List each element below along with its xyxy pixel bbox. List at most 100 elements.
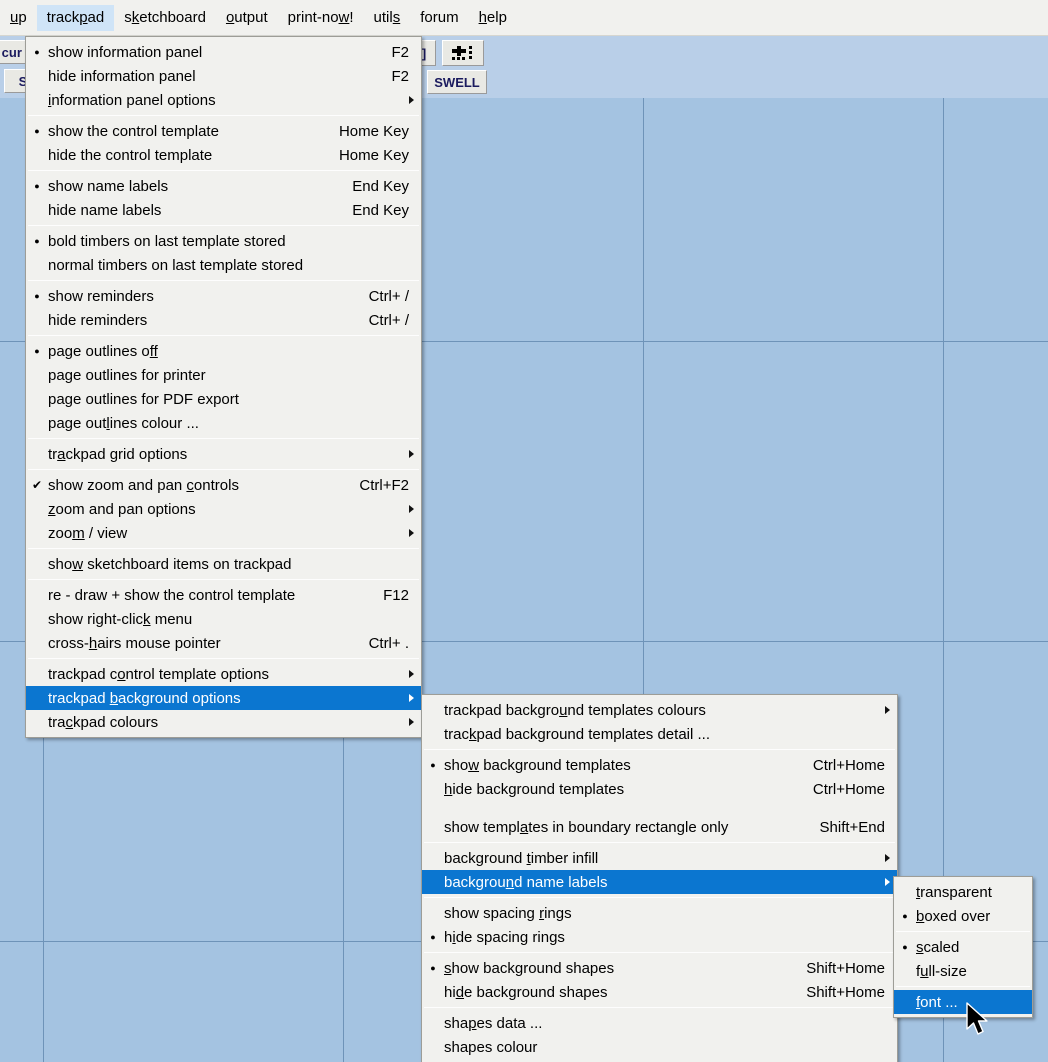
menu-item-trackpad-background-templates-colours[interactable]: trackpad background templates colours [422,698,897,722]
menu-item-background-timber-infill[interactable]: background timber infill [422,846,897,870]
menu-item-show-right-click-menu[interactable]: show right-click menu [26,607,421,631]
menu-item-trackpad-control-template-options[interactable]: trackpad control template options [26,662,421,686]
menu-item-label: hide reminders [48,311,148,329]
menu-spacer [422,801,897,815]
menu-item-label: page outlines colour ... [48,414,199,432]
menu-separator [896,986,1030,987]
menu-separator [28,579,419,580]
radio-dot-icon: ● [902,941,908,952]
radio-dot-icon: ● [430,962,436,973]
menubar-item-sketchboard[interactable]: sketchboard [114,5,216,31]
swell-button[interactable]: SWELL [427,70,487,94]
submenu-arrow-icon [409,718,414,726]
menu-item-label: full-size [916,962,967,980]
menu-item-shortcut: End Key [352,177,409,195]
menu-item-hide-background-shapes[interactable]: hide background shapes Shift+Home [422,980,897,1004]
menu-item-shortcut: Ctrl+ / [368,287,409,305]
menubar-item-forum[interactable]: forum [410,5,468,31]
menu-item-page-outlines-for-printer[interactable]: page outlines for printer [26,363,421,387]
menu-item-shortcut: F2 [391,43,409,61]
menu-trackpad[interactable]: ● show information panel F2 hide informatio… [25,36,422,738]
menu-item-bold-timbers-on-last-template-stored[interactable]: ● bold timbers on last template stored [26,229,421,253]
menu-item-background-name-labels[interactable]: background name labels [422,870,897,894]
menu-item-show-templates-in-boundary-rectangle-only[interactable]: show templates in boundary rectangle onl… [422,815,897,839]
menu-item-page-outlines-colour[interactable]: page outlines colour ... [26,411,421,435]
menu-item-label: trackpad background templates colours [444,701,706,719]
menu-background-name-labels[interactable]: transparent ● boxed over ● scaled full-size fo… [893,876,1033,1018]
menubar-item-output[interactable]: output [216,5,278,31]
menu-item-show-zoom-and-pan-controls[interactable]: ✔ show zoom and pan controls Ctrl+F2 [26,473,421,497]
menu-separator [28,170,419,171]
menu-separator [424,1007,895,1008]
menu-item-shapes-data[interactable]: shapes data ... [422,1011,897,1035]
menu-separator [28,548,419,549]
menu-separator [28,469,419,470]
menu-item-re-draw-show-the-control-template[interactable]: re - draw + show the control template F12 [26,583,421,607]
menu-item-label: trackpad colours [48,713,159,731]
submenu-arrow-icon [409,450,414,458]
menu-item-shortcut: Home Key [338,122,409,140]
menu-item-label: show the control template [48,122,219,140]
menu-item-information-panel-options[interactable]: information panel options [26,88,421,112]
menu-separator [424,897,895,898]
cursor-button[interactable]: n cur [0,40,28,64]
plus-dashed-icon [452,46,472,60]
menu-item-cross-hairs-mouse-pointer[interactable]: cross-hairs mouse pointer Ctrl+ . [26,631,421,655]
menu-separator [424,842,895,843]
menu-item-full-size[interactable]: full-size [894,959,1032,983]
menu-item-trackpad-grid-options[interactable]: trackpad grid options [26,442,421,466]
menu-item-show-background-templates[interactable]: ● show background templates Ctrl+Home [422,753,897,777]
add-point-button[interactable] [442,40,484,66]
menu-item-label: background name labels [444,873,608,891]
menu-item-font[interactable]: font ... [894,990,1032,1014]
menu-item-label: background timber infill [444,849,599,867]
menu-item-trackpad-background-templates-detail[interactable]: trackpad background templates detail ... [422,722,897,746]
menu-separator [424,749,895,750]
menu-item-label: show reminders [48,287,154,305]
menu-item-hide-spacing-rings[interactable]: ● hide spacing rings [422,925,897,949]
menu-item-hide-background-templates[interactable]: hide background templates Ctrl+Home [422,777,897,801]
menu-item-show-background-shapes[interactable]: ● show background shapes Shift+Home [422,956,897,980]
menubar-item-up[interactable]: up [0,5,37,31]
menu-item-label: show zoom and pan controls [48,476,239,494]
menubar-item-help[interactable]: help [469,5,517,31]
menubar-item-print-now[interactable]: print-now! [278,5,364,31]
menu-item-normal-timbers-on-last-template-stored[interactable]: normal timbers on last template stored [26,253,421,277]
radio-dot-icon: ● [430,931,436,942]
menu-separator [424,952,895,953]
menu-item-show-spacing-rings[interactable]: show spacing rings [422,901,897,925]
menu-item-trackpad-colours[interactable]: trackpad colours [26,710,421,734]
menu-item-show-reminders[interactable]: ● show reminders Ctrl+ / [26,284,421,308]
menu-item-shortcut: F12 [383,586,409,604]
menu-item-shapes-colour[interactable]: shapes colour [422,1035,897,1059]
menu-item-label: trackpad background templates detail ... [444,725,710,743]
menu-item-show-name-labels[interactable]: ● show name labels End Key [26,174,421,198]
menu-item-page-outlines-off[interactable]: ● page outlines off [26,339,421,363]
menu-item-scaled[interactable]: ● scaled [894,935,1032,959]
menu-trackpad-background-options[interactable]: trackpad background templates colours tra… [421,694,898,1062]
menu-item-shortcut: F2 [391,67,409,85]
menu-item-label: hide background shapes [444,983,608,1001]
menu-item-label: cross-hairs mouse pointer [48,634,221,652]
menu-item-trackpad-background-options[interactable]: trackpad background options [26,686,421,710]
menu-item-shortcut: Ctrl+F2 [359,476,409,494]
menu-item-label: show templates in boundary rectangle onl… [444,818,729,836]
menu-item-label: font ... [916,993,958,1011]
menu-item-label: bold timbers on last template stored [48,232,286,250]
menu-item-transparent[interactable]: transparent [894,880,1032,904]
menu-item-show-information-panel[interactable]: ● show information panel F2 [26,40,421,64]
menu-item-label: shapes data ... [444,1014,543,1032]
menu-bar: up trackpad sketchboard output print-now! uti… [0,0,1048,36]
menubar-item-trackpad[interactable]: trackpad [36,4,115,31]
menubar-item-utils[interactable]: utils [364,5,411,31]
menu-item-show-sketchboard-items-on-trackpad[interactable]: show sketchboard items on trackpad [26,552,421,576]
menu-item-page-outlines-for-pdf-export[interactable]: page outlines for PDF export [26,387,421,411]
menu-item-show-the-control-template[interactable]: ● show the control template Home Key [26,119,421,143]
menu-item-boxed-over[interactable]: ● boxed over [894,904,1032,928]
menu-item-hide-the-control-template[interactable]: hide the control template Home Key [26,143,421,167]
menu-item-hide-name-labels[interactable]: hide name labels End Key [26,198,421,222]
menu-item-hide-information-panel[interactable]: hide information panel F2 [26,64,421,88]
menu-item-zoom-view[interactable]: zoom / view [26,521,421,545]
menu-item-hide-reminders[interactable]: hide reminders Ctrl+ / [26,308,421,332]
menu-item-zoom-and-pan-options[interactable]: zoom and pan options [26,497,421,521]
